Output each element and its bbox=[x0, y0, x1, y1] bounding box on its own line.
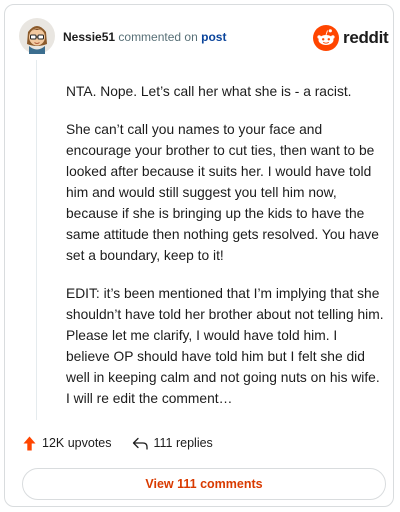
upvote-arrow-icon bbox=[23, 436, 36, 450]
post-link[interactable]: post bbox=[201, 30, 226, 44]
comment-body: NTA. Nope. Let’s call her what she is - … bbox=[66, 81, 384, 426]
comment-actions: 12K upvotes 111 replies bbox=[23, 434, 213, 452]
reddit-wordmark: reddit bbox=[343, 28, 389, 47]
comment-paragraph: NTA. Nope. Let’s call her what she is - … bbox=[66, 84, 352, 99]
reddit-logo[interactable]: reddit bbox=[313, 25, 389, 51]
upvote-count: 12K upvotes bbox=[42, 436, 112, 450]
reply-arrow-icon bbox=[132, 437, 148, 450]
upvote-button[interactable]: 12K upvotes bbox=[23, 436, 112, 451]
reply-count: 111 replies bbox=[153, 436, 213, 450]
reddit-snoo-icon bbox=[313, 25, 339, 51]
reply-button[interactable]: 111 replies bbox=[132, 436, 213, 450]
user-avatar[interactable] bbox=[19, 18, 55, 54]
comment-header: Nessie51 commented on post bbox=[63, 30, 226, 44]
comment-paragraph: EDIT: it’s been mentioned that I’m imply… bbox=[66, 286, 384, 406]
comment-paragraph: She can’t call you names to your face an… bbox=[66, 122, 379, 263]
thread-line[interactable] bbox=[36, 60, 37, 420]
username[interactable]: Nessie51 bbox=[63, 30, 115, 44]
view-comments-button[interactable]: View 111 comments bbox=[22, 468, 386, 500]
comment-card: Nessie51 commented on post reddit NTA. N… bbox=[4, 4, 394, 507]
commented-on-text: commented on bbox=[118, 30, 198, 44]
